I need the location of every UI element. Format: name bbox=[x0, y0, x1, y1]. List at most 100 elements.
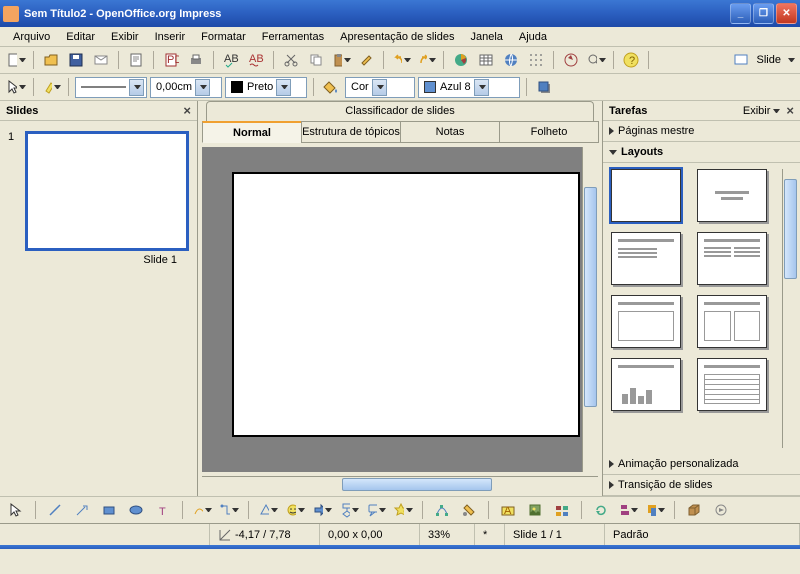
block-arrows-tool[interactable] bbox=[311, 499, 333, 521]
highlight-button[interactable] bbox=[40, 76, 62, 98]
tab-handout[interactable]: Folheto bbox=[499, 121, 599, 143]
arrow-line-tool[interactable] bbox=[71, 499, 93, 521]
slide-canvas[interactable] bbox=[232, 172, 580, 437]
redo-button[interactable] bbox=[415, 49, 437, 71]
extrusion-tool[interactable] bbox=[683, 499, 705, 521]
layout-title-chart[interactable] bbox=[611, 358, 681, 411]
symbol-shapes-tool[interactable] bbox=[284, 499, 306, 521]
menu-inserir[interactable]: Inserir bbox=[147, 29, 194, 45]
tab-outline[interactable]: Estrutura de tópicos bbox=[301, 121, 401, 143]
layout-title-two-box[interactable] bbox=[697, 295, 767, 348]
from-file-tool[interactable] bbox=[524, 499, 546, 521]
menu-arquivo[interactable]: Arquivo bbox=[5, 29, 58, 45]
layout-title-content[interactable] bbox=[611, 232, 681, 285]
help-button[interactable]: ? bbox=[620, 49, 642, 71]
line-color-combo[interactable]: Preto bbox=[225, 77, 307, 98]
email-button[interactable] bbox=[90, 49, 112, 71]
new-button[interactable] bbox=[5, 49, 27, 71]
menu-ajuda[interactable]: Ajuda bbox=[511, 29, 555, 45]
callouts-tool[interactable] bbox=[365, 499, 387, 521]
layouts-scrollbar[interactable] bbox=[782, 169, 798, 448]
cut-button[interactable] bbox=[280, 49, 302, 71]
open-button[interactable] bbox=[40, 49, 62, 71]
tasks-view-dropdown[interactable] bbox=[773, 109, 780, 113]
status-bar: -4,17 / 7,78 0,00 x 0,00 33% * Slide 1 /… bbox=[0, 523, 800, 545]
fill-type-combo[interactable]: Cor bbox=[345, 77, 415, 98]
layout-blank[interactable] bbox=[611, 169, 681, 222]
slide-thumbnail-1[interactable] bbox=[25, 131, 189, 251]
export-pdf-button[interactable]: PDF bbox=[160, 49, 182, 71]
layout-title[interactable] bbox=[697, 169, 767, 222]
task-section-animation[interactable]: Animação personalizada bbox=[603, 454, 800, 475]
basic-shapes-tool[interactable] bbox=[257, 499, 279, 521]
fontwork-tool[interactable]: A bbox=[497, 499, 519, 521]
tab-notes[interactable]: Notas bbox=[400, 121, 500, 143]
menu-janela[interactable]: Janela bbox=[462, 29, 510, 45]
task-section-layouts[interactable]: Layouts bbox=[603, 142, 800, 163]
format-paintbrush-button[interactable] bbox=[355, 49, 377, 71]
save-button[interactable] bbox=[65, 49, 87, 71]
task-section-transition[interactable]: Transição de slides bbox=[603, 475, 800, 496]
tasks-view-menu[interactable]: Exibir bbox=[743, 105, 771, 117]
standard-toolbar: PDF ABC ABC ? Slide bbox=[0, 47, 800, 74]
paste-button[interactable] bbox=[330, 49, 352, 71]
menu-formatar[interactable]: Formatar bbox=[193, 29, 254, 45]
glue-points-tool[interactable] bbox=[458, 499, 480, 521]
menu-apresentacao[interactable]: Apresentação de slides bbox=[332, 29, 462, 45]
stars-tool[interactable] bbox=[392, 499, 414, 521]
hyperlink-button[interactable] bbox=[500, 49, 522, 71]
undo-button[interactable] bbox=[390, 49, 412, 71]
slides-panel-close[interactable]: × bbox=[183, 103, 191, 118]
shadow-button[interactable] bbox=[533, 76, 555, 98]
select-tool[interactable] bbox=[5, 499, 27, 521]
fill-color-value: Azul 8 bbox=[440, 81, 471, 93]
auto-spellcheck-button[interactable]: ABC bbox=[245, 49, 267, 71]
rotate-tool[interactable] bbox=[590, 499, 612, 521]
connector-tool[interactable] bbox=[218, 499, 240, 521]
points-tool[interactable] bbox=[431, 499, 453, 521]
slide-view-dropdown[interactable] bbox=[788, 58, 795, 62]
minimize-button[interactable]: _ bbox=[730, 3, 751, 24]
arrow-select-button[interactable] bbox=[5, 76, 27, 98]
fill-color-combo[interactable]: Azul 8 bbox=[418, 77, 520, 98]
tab-normal[interactable]: Normal bbox=[202, 121, 302, 143]
interaction-tool[interactable] bbox=[710, 499, 732, 521]
align-tool[interactable] bbox=[617, 499, 639, 521]
rectangle-tool[interactable] bbox=[98, 499, 120, 521]
menu-exibir[interactable]: Exibir bbox=[103, 29, 147, 45]
horizontal-scrollbar[interactable] bbox=[202, 476, 598, 492]
tasks-panel-close[interactable]: × bbox=[786, 103, 794, 118]
maximize-button[interactable]: ❐ bbox=[753, 3, 774, 24]
gallery-tool[interactable] bbox=[551, 499, 573, 521]
line-width-combo[interactable]: 0,00cm bbox=[150, 77, 222, 98]
line-style-combo[interactable] bbox=[75, 77, 147, 98]
chart-button[interactable] bbox=[450, 49, 472, 71]
curve-tool[interactable] bbox=[191, 499, 213, 521]
menu-ferramentas[interactable]: Ferramentas bbox=[254, 29, 332, 45]
vertical-scrollbar[interactable] bbox=[582, 147, 598, 472]
layout-two-content[interactable] bbox=[697, 232, 767, 285]
navigator-button[interactable] bbox=[560, 49, 582, 71]
edit-file-button[interactable] bbox=[125, 49, 147, 71]
arrange-tool[interactable] bbox=[644, 499, 666, 521]
flowchart-tool[interactable] bbox=[338, 499, 360, 521]
menu-editar[interactable]: Editar bbox=[58, 29, 103, 45]
layout-title-table[interactable] bbox=[697, 358, 767, 411]
fill-bucket-button[interactable] bbox=[320, 76, 342, 98]
text-tool[interactable]: T bbox=[152, 499, 174, 521]
spellcheck-button[interactable]: ABC bbox=[220, 49, 242, 71]
grid-button[interactable] bbox=[525, 49, 547, 71]
ellipse-tool[interactable] bbox=[125, 499, 147, 521]
line-tool[interactable] bbox=[44, 499, 66, 521]
copy-button[interactable] bbox=[305, 49, 327, 71]
layout-title-only[interactable] bbox=[611, 295, 681, 348]
slide-view-button[interactable] bbox=[730, 49, 752, 71]
svg-text:ABC: ABC bbox=[249, 53, 264, 65]
slide-sorter-tab[interactable]: Classificador de slides bbox=[206, 101, 594, 121]
close-button[interactable]: ✕ bbox=[776, 3, 797, 24]
status-zoom[interactable]: 33% bbox=[428, 529, 450, 541]
zoom-button[interactable] bbox=[585, 49, 607, 71]
table-button[interactable] bbox=[475, 49, 497, 71]
task-section-master[interactable]: Páginas mestre bbox=[603, 121, 800, 142]
print-button[interactable] bbox=[185, 49, 207, 71]
